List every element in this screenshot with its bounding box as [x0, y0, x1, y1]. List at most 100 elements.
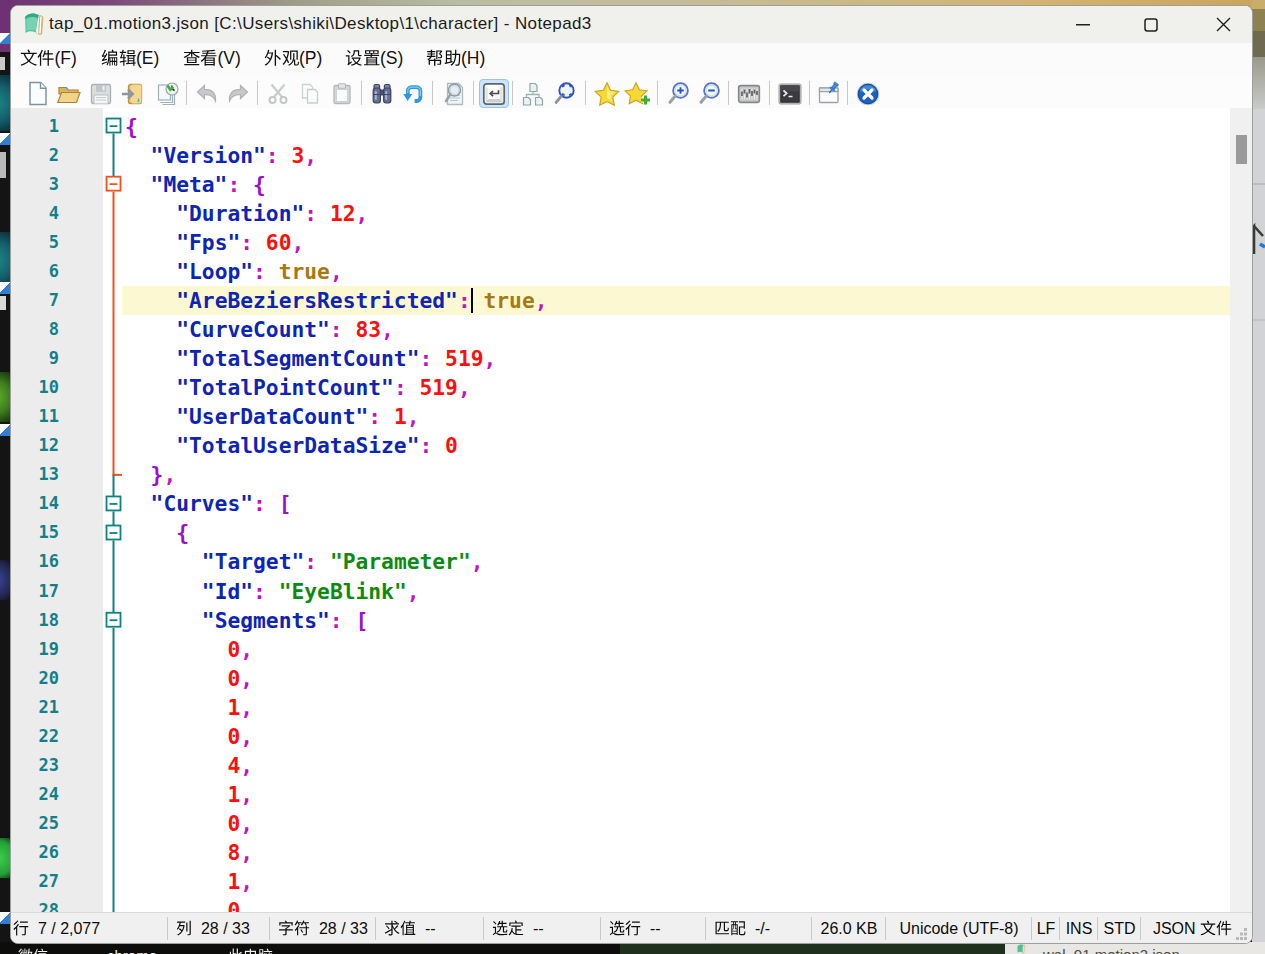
toolbar-redo-button[interactable]: [223, 79, 253, 108]
toolbar-copy-button[interactable]: [295, 79, 325, 108]
notepad3-window: tap_01.motion3.json [C:\Users\shiki\Desk…: [10, 5, 1253, 944]
status-line[interactable]: 7 / 2,077: [12, 913, 168, 944]
status-character[interactable]: 28 / 33: [270, 913, 376, 944]
scrollbar-thumb[interactable]: [1236, 135, 1247, 164]
toolbar-zoom-in-button[interactable]: [664, 79, 694, 108]
toolbar-open-console-button[interactable]: [775, 79, 805, 108]
cjk-glyph: [243, 948, 258, 954]
code-token-property: "Curves": [151, 491, 253, 516]
status-encoding[interactable]: Unicode (UTF-8): [886, 913, 1032, 944]
code-token-whitespace: [125, 259, 176, 284]
fold-margin[interactable]: [103, 108, 122, 912]
code-token-whitespace: [125, 753, 227, 778]
always-on-top-icon: [816, 81, 842, 107]
menu-view[interactable]: (V): [183, 48, 241, 69]
toolbar-replace-button[interactable]: [399, 79, 429, 108]
status-case-mode[interactable]: STD: [1098, 913, 1141, 944]
toolbar-always-on-top-button[interactable]: [814, 79, 844, 108]
code-token-property: "AreBeziersRestricted": [176, 288, 458, 313]
status-file-size[interactable]: 26.0 KB: [812, 913, 886, 944]
toolbar-recent-history-button[interactable]: [152, 79, 182, 108]
toolbar-browse-file-button[interactable]: [118, 79, 148, 108]
code-token-bracket: }: [151, 462, 164, 487]
line-number-7: 7: [11, 286, 59, 315]
titlebar[interactable]: tap_01.motion3.json [C:\Users\shiki\Desk…: [11, 6, 1252, 43]
code-token-property: "Target": [202, 549, 304, 574]
fold-markers: [103, 108, 122, 912]
code-line-12: "TotalUserDataSize": 0: [125, 431, 548, 460]
menu-settings[interactable]: (S): [345, 48, 403, 69]
vertical-scrollbar[interactable]: [1230, 108, 1252, 912]
code-token-operator: :: [368, 404, 381, 429]
desktop-icon-label-chrome[interactable]: chrome: [107, 947, 157, 954]
status-eol-mode[interactable]: LF: [1032, 913, 1060, 944]
line-number-28: 28: [11, 896, 59, 912]
toolbar-find-button[interactable]: [367, 79, 397, 108]
menu-file[interactable]: (F): [20, 48, 77, 69]
code-token-number: 1: [394, 404, 407, 429]
code-line-3: "Meta": {: [125, 170, 548, 199]
cjk-glyph: [294, 920, 310, 936]
toolbar-word-wrap-button[interactable]: [479, 79, 509, 108]
code-line-9: "TotalSegmentCount": 519,: [125, 344, 548, 373]
status-file-type[interactable]: JSON: [1141, 913, 1244, 944]
toolbar-new-file-button[interactable]: [23, 79, 53, 108]
toolbar-save-file-button[interactable]: [86, 79, 116, 108]
code-line-14: "Curves": [: [125, 489, 548, 518]
code-token-whitespace: [125, 375, 176, 400]
minimize-icon: [1076, 17, 1091, 32]
cjk-glyph: [278, 920, 294, 936]
status-file-type-text: JSON: [1153, 920, 1232, 938]
find-icon: [369, 81, 395, 107]
toolbar-toggle-folds-button[interactable]: [518, 79, 548, 108]
toolbar-paste-button[interactable]: [327, 79, 357, 108]
code-token-number: 12: [330, 201, 356, 226]
status-column[interactable]: 28 / 33: [168, 913, 270, 944]
status-insert-mode[interactable]: INS: [1060, 913, 1098, 944]
toolbar-find-in-document-button[interactable]: [440, 79, 470, 108]
code-token-whitespace: [125, 695, 227, 720]
status-selected-lines[interactable]: --: [601, 913, 706, 944]
minimize-button[interactable]: [1055, 6, 1111, 43]
close-button[interactable]: [1195, 6, 1251, 43]
toolbar-long-line-settings-button[interactable]: [734, 79, 764, 108]
toolbar-open-file-button[interactable]: [54, 79, 84, 108]
menu-appearance[interactable]: (P): [264, 48, 322, 69]
toolbar-exit-button[interactable]: [853, 79, 883, 108]
code-token-whitespace: [125, 230, 176, 255]
cjk-glyph: [400, 920, 416, 936]
code-token-whitespace: [125, 637, 227, 662]
line-number-6: 6: [11, 257, 59, 286]
toolbar-zoom-selection-button[interactable]: [550, 79, 580, 108]
replace-icon: [401, 81, 427, 107]
status-selection-text: --: [484, 920, 544, 938]
cjk-glyph: [264, 49, 282, 67]
desktop-icon-label-motionfile[interactable]: wal_01.motion3.json: [1043, 946, 1180, 954]
maximize-button[interactable]: [1123, 6, 1179, 43]
toolbar-cut-button[interactable]: [263, 79, 293, 108]
code-line-18: "Segments": [: [125, 606, 548, 635]
editor[interactable]: 1234567891011121314151617181920212223242…: [11, 108, 1252, 912]
menu-help[interactable]: (H): [426, 48, 485, 69]
toolbar-zoom-out-button[interactable]: [695, 79, 725, 108]
menu-edit[interactable]: (E): [101, 48, 159, 69]
code-token-whitespace: [407, 375, 420, 400]
code-token-whitespace: [125, 666, 227, 691]
cjk-glyph: [258, 948, 273, 954]
toolbar-undo-button[interactable]: [192, 79, 222, 108]
desktop-icon-label-wechat[interactable]: [18, 947, 48, 954]
line-number-21: 21: [11, 693, 59, 722]
status-evaluate[interactable]: --: [376, 913, 484, 944]
code-token-whitespace: [125, 172, 151, 197]
desktop-icon-label-thispc[interactable]: [228, 947, 273, 954]
toolbar-add-favorite-button[interactable]: [623, 79, 653, 108]
code-area[interactable]: { "Version": 3, "Meta": { "Duration": 12…: [125, 112, 548, 913]
zoom-in-icon: [666, 81, 692, 107]
toolbar-favorites-button[interactable]: [592, 79, 622, 108]
status-matches[interactable]: -/-: [706, 913, 812, 944]
status-selection[interactable]: --: [484, 913, 601, 944]
code-token-whitespace: [125, 782, 227, 807]
code-token-number: 0: [227, 811, 240, 836]
code-token-whitespace: [381, 404, 394, 429]
statusbar: 7 / 2,077 28 / 33 28 / 33 -- -- -- -/-26…: [11, 912, 1252, 944]
